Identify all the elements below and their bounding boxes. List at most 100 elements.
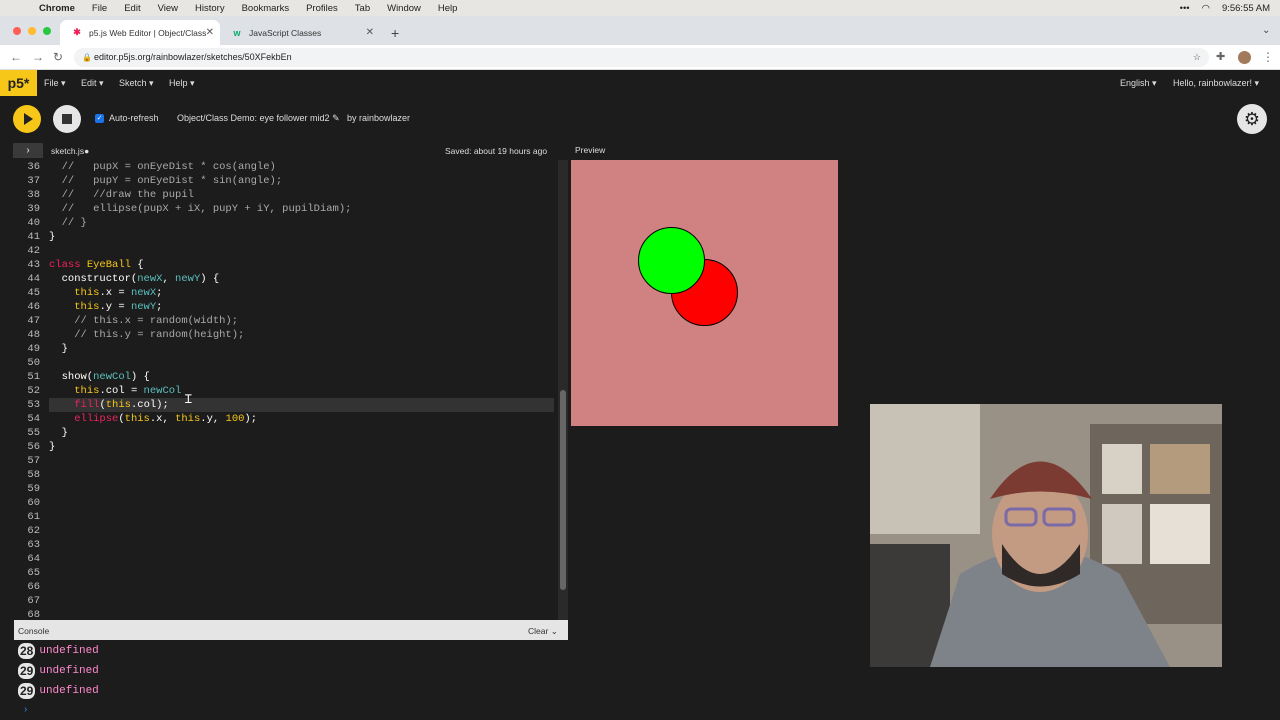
editor-scrollbar[interactable] — [558, 160, 568, 620]
code-line[interactable] — [49, 244, 554, 258]
line-number: 49 — [27, 343, 40, 355]
code-line[interactable]: // this.y = random(height); — [49, 328, 554, 342]
checkbox-checked-icon[interactable]: ✓ — [95, 113, 104, 123]
line-number: 38 — [27, 189, 40, 201]
p5-menu-file[interactable]: File ▾ — [44, 78, 66, 89]
repeat-count-badge: 28 — [18, 643, 36, 659]
menu-view[interactable]: View — [158, 3, 178, 14]
preview-canvas[interactable] — [571, 160, 838, 426]
code-line[interactable]: ellipse(this.x, this.y, 100); — [49, 412, 554, 426]
console-prompt-icon[interactable]: › — [24, 704, 27, 715]
url-field[interactable]: 🔒 editor.p5js.org/rainbowlazer/sketches/… — [74, 48, 1209, 67]
scroll-thumb[interactable] — [560, 390, 566, 590]
menu-tab[interactable]: Tab — [355, 3, 370, 14]
code-line[interactable]: this.col = newCol — [49, 384, 554, 398]
comment: // pupY = onEyeDist * sin(angle); — [49, 175, 283, 187]
code-line[interactable]: // //draw the pupil — [49, 188, 554, 202]
line-number: 43 — [27, 259, 40, 271]
browser-tab-p5[interactable]: ✱ p5.js Web Editor | Object/Class ✕ — [60, 20, 220, 45]
line-number: 50 — [27, 357, 40, 369]
line-number: 63 — [27, 539, 40, 551]
code-line[interactable]: } — [49, 342, 554, 356]
wifi-icon[interactable]: ◠ — [1202, 3, 1210, 14]
menu-help[interactable]: Help — [438, 3, 458, 14]
stop-button[interactable] — [53, 105, 81, 133]
code-line[interactable]: } — [49, 230, 554, 244]
line-number: 53 — [27, 399, 40, 411]
menu-bookmarks[interactable]: Bookmarks — [242, 3, 290, 14]
extensions-icon[interactable]: ✚ — [1216, 50, 1225, 63]
play-button[interactable] — [13, 105, 41, 133]
menu-label: Sketch — [119, 78, 147, 88]
control-center-icon[interactable]: ••• — [1180, 3, 1190, 14]
menu-profiles[interactable]: Profiles — [306, 3, 338, 14]
user-menu[interactable]: Hello, rainbowlazer! ▾ — [1173, 78, 1259, 89]
code-line[interactable]: this.x = newX; — [49, 286, 554, 300]
line-number: 64 — [27, 553, 40, 565]
console-title: Console — [18, 626, 50, 636]
code-line[interactable]: } — [49, 440, 554, 454]
text-cursor-icon: Ɪ — [185, 392, 192, 406]
p5-logo[interactable]: p5* — [0, 70, 37, 96]
code-line-active[interactable]: fill(this.col); — [49, 398, 554, 412]
code-line[interactable]: this.y = newY; — [49, 300, 554, 314]
close-tab-icon[interactable]: ✕ — [206, 27, 214, 38]
menu-file[interactable]: File — [92, 3, 107, 14]
console-body[interactable]: 28 undefined 29 undefined 29 undefined › — [14, 640, 568, 720]
code-line-constructor[interactable]: constructor(newX, newY) { — [49, 272, 554, 286]
browser-tab-js-classes[interactable]: w JavaScript Classes ✕ — [220, 20, 380, 45]
sketch-name[interactable]: Object/Class Demo: eye follower mid2 ✎ — [177, 113, 340, 124]
clock[interactable]: 9:56:55 AM — [1222, 3, 1270, 14]
p5-menu-edit[interactable]: Edit ▾ — [81, 78, 104, 89]
p5-menu-help[interactable]: Help ▾ — [169, 78, 195, 89]
file-tab[interactable]: sketch.js● — [51, 146, 89, 156]
code-line[interactable]: // pupX = onEyeDist * cos(angle) — [49, 160, 554, 174]
settings-gear-icon[interactable]: ⚙ — [1237, 104, 1267, 134]
bookmark-star-icon[interactable]: ☆ — [1193, 48, 1201, 67]
language-select[interactable]: English ▾ — [1120, 78, 1157, 89]
comment: // this.y = random(height); — [49, 329, 245, 341]
tab-title: p5.js Web Editor | Object/Class — [89, 27, 207, 38]
forward-icon[interactable]: → — [32, 50, 44, 64]
auto-refresh-toggle[interactable]: ✓ Auto-refresh — [95, 113, 159, 123]
code-editor[interactable]: 36 37 38 39 40 41 42 43 44 45 46 47 48 49 50 51 52 53 54 55… — [14, 160, 558, 620]
code-line-show-method[interactable]: show(newCol) { — [49, 370, 554, 384]
clear-label: Clear — [528, 626, 549, 636]
minimize-window-icon[interactable] — [28, 27, 36, 35]
language-label: English — [1120, 78, 1150, 88]
tab-search-icon[interactable]: ⌄ — [1262, 25, 1270, 36]
expand-sidebar-icon[interactable]: › — [13, 143, 43, 158]
code-line[interactable]: // } — [49, 216, 554, 230]
close-tab-icon[interactable]: ✕ — [366, 27, 374, 38]
pencil-icon[interactable]: ✎ — [332, 113, 340, 123]
close-window-icon[interactable] — [13, 27, 21, 35]
back-icon[interactable]: ← — [10, 50, 22, 64]
line-number: 40 — [27, 217, 40, 229]
code-line[interactable]: // this.x = random(width); — [49, 314, 554, 328]
menu-history[interactable]: History — [195, 3, 225, 14]
chevron-down-icon[interactable]: ⌄ — [551, 626, 558, 636]
code-line[interactable]: } — [49, 426, 554, 440]
code-line[interactable] — [49, 356, 554, 370]
code-line-class-decl[interactable]: class EyeBall { — [49, 258, 554, 272]
line-number: 51 — [27, 371, 40, 383]
profile-avatar[interactable] — [1238, 51, 1251, 64]
console-clear-button[interactable]: Clear ⌄ — [528, 626, 558, 637]
reload-icon[interactable]: ↻ — [53, 50, 63, 64]
console-value: undefined — [39, 665, 99, 677]
maximize-window-icon[interactable] — [43, 27, 51, 35]
code-area[interactable]: // pupX = onEyeDist * cos(angle) // pupY… — [49, 160, 554, 454]
code-line[interactable]: // pupY = onEyeDist * sin(angle); — [49, 174, 554, 188]
line-number: 39 — [27, 203, 40, 215]
p5-menu-sketch[interactable]: Sketch ▾ — [119, 78, 154, 89]
menu-edit[interactable]: Edit — [124, 3, 140, 14]
line-number: 56 — [27, 441, 40, 453]
menu-window[interactable]: Window — [387, 3, 421, 14]
chrome-menu-icon[interactable]: ⋮ — [1262, 50, 1274, 64]
new-tab-icon[interactable]: + — [391, 25, 399, 41]
code-line[interactable]: // ellipse(pupX + iX, pupY + iY, pupilDi… — [49, 202, 554, 216]
line-number: 62 — [27, 525, 40, 537]
menu-app-name[interactable]: Chrome — [39, 3, 75, 14]
url-text: editor.p5js.org/rainbowlazer/sketches/50… — [94, 52, 292, 62]
macos-menu-bar: Chrome File Edit View History Bookmarks … — [0, 0, 1280, 16]
